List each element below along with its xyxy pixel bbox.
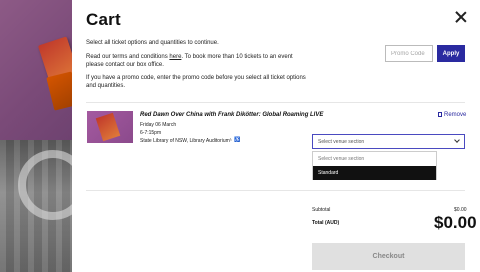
- apply-button[interactable]: Apply: [437, 45, 465, 62]
- total-value: $0.00: [434, 213, 477, 232]
- promo-code-input[interactable]: [385, 45, 433, 62]
- dropdown-option[interactable]: Select venue section: [313, 152, 436, 166]
- event-venue: State Library of NSW, Library Auditorium: [140, 138, 230, 144]
- hearing-loop-icon: ♄: [229, 137, 233, 143]
- remove-button[interactable]: Remove: [438, 112, 466, 118]
- accessibility-icons: ♄ ♿: [229, 137, 240, 143]
- cart-title: Cart: [86, 10, 121, 29]
- close-icon[interactable]: [454, 10, 468, 24]
- event-title: Red Dawn Over China with Frank Dikötter:…: [140, 112, 324, 118]
- event-date: Friday 06 March: [140, 122, 177, 128]
- divider: [86, 102, 465, 103]
- trash-icon: [438, 112, 442, 117]
- dropdown-option-standard[interactable]: Standard: [313, 166, 436, 180]
- background-page: [0, 0, 72, 272]
- terms-link[interactable]: here: [169, 54, 181, 60]
- venue-section-select[interactable]: Select venue section: [312, 134, 465, 149]
- total-label: Total (AUD): [312, 220, 340, 226]
- wheelchair-icon: ♿: [234, 137, 241, 143]
- cart-panel: Cart Select all ticket options and quant…: [72, 0, 480, 272]
- event-time: 6-7:15pm: [140, 130, 162, 136]
- venue-section-dropdown: Select venue section Standard: [312, 151, 437, 180]
- subtotal-label: Subtotal: [312, 207, 331, 213]
- intro-instruction: Select all ticket options and quantities…: [86, 40, 219, 46]
- divider: [86, 190, 465, 191]
- intro-terms: Read our terms and conditions here. To b…: [86, 54, 293, 68]
- checkout-button[interactable]: Checkout: [312, 243, 465, 270]
- intro-promo-note: If you have a promo code, enter the prom…: [86, 75, 306, 89]
- event-thumbnail: [87, 111, 133, 143]
- chevron-down-icon: [454, 137, 460, 143]
